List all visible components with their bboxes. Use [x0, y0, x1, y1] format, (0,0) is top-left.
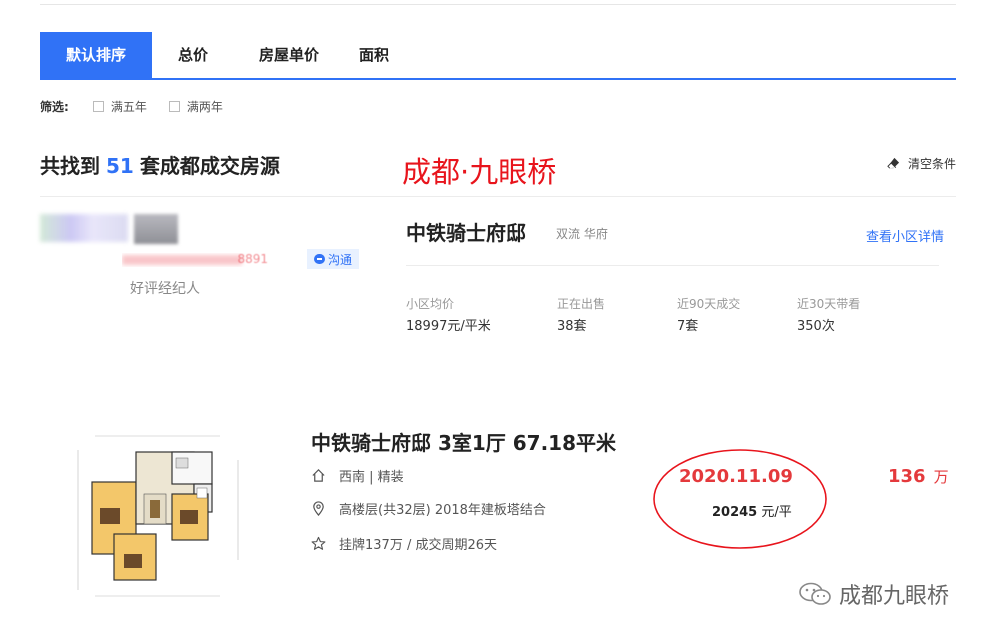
filter-option-label: 满两年 — [186, 99, 223, 114]
filter-option-label: 满五年 — [110, 99, 147, 114]
clear-filters-button[interactable]: 清空条件 — [887, 155, 956, 172]
stat-label: 小区均价 — [406, 297, 455, 311]
listing-deal-info: 挂牌137万 / 成交周期26天 — [311, 534, 497, 553]
stat-label: 近90天成交 — [677, 297, 741, 311]
listing-position-info: 高楼层(共32层) 2018年建板塔结合 — [311, 499, 546, 518]
floorplan-image[interactable] — [70, 430, 240, 600]
stat-label: 正在出售 — [557, 297, 606, 311]
summary-suffix: 套成都成交房源 — [139, 154, 280, 178]
community-detail-link[interactable]: 查看小区详情 — [866, 226, 944, 245]
checkbox-icon[interactable] — [92, 100, 104, 112]
stat-value: 350次 — [797, 319, 835, 334]
filter-bar: 筛选: 满五年 满两年 — [40, 97, 245, 115]
total-price: 136 万 — [888, 466, 949, 487]
stat-value: 7套 — [677, 319, 699, 334]
wechat-watermark: 成都九眼桥 — [797, 578, 949, 610]
clear-filters-label: 清空条件 — [907, 157, 956, 171]
phone-tail: 8891 — [237, 253, 268, 266]
result-summary: 共找到 51 套成都成交房源 — [40, 150, 280, 179]
location-pin-icon — [313, 501, 324, 516]
wechat-icon — [799, 582, 831, 605]
house-icon — [312, 469, 325, 482]
house-info-text: 西南 | 精装 — [339, 470, 404, 485]
stat-on-sale: 正在出售 38套 — [557, 295, 605, 334]
community-area: 双流 华府 — [556, 227, 608, 241]
tab-unit-price[interactable]: 房屋单价 — [234, 32, 344, 78]
tab-default-sort[interactable]: 默认排序 — [40, 32, 152, 78]
stat-label: 近30天带看 — [797, 297, 861, 311]
watermark-text: 成都九眼桥 — [839, 584, 950, 609]
community-name[interactable]: 中铁骑士府邸 — [406, 217, 526, 246]
eraser-icon — [887, 157, 900, 169]
chat-button[interactable]: 沟通 — [307, 249, 359, 269]
total-price-unit: 万 — [933, 468, 949, 486]
overlay-title: 成都·九眼桥 — [402, 155, 557, 189]
position-info-text: 高楼层(共32层) 2018年建板塔结合 — [339, 503, 546, 518]
listing-house-info: 西南 | 精装 — [311, 466, 404, 485]
stat-value: 38套 — [557, 319, 587, 334]
agent-name-blurred — [40, 214, 128, 242]
star-icon — [311, 536, 326, 550]
checkbox-icon[interactable] — [168, 100, 180, 112]
sort-tabs: 默认排序 总价 房屋单价 面积 — [40, 32, 956, 80]
filter-label: 筛选: — [40, 99, 69, 114]
tab-area[interactable]: 面积 — [344, 32, 404, 78]
stat-value: 18997元/平米 — [406, 319, 491, 334]
phone-blur — [122, 255, 242, 265]
listing-title[interactable]: 中铁骑士府邸 3室1厅 67.18平米 — [311, 427, 616, 456]
tab-total-price[interactable]: 总价 — [152, 32, 234, 78]
top-divider — [40, 4, 956, 5]
stat-90day-deals: 近90天成交 7套 — [677, 295, 740, 334]
summary-prefix: 共找到 — [40, 154, 100, 178]
agent-avatar-blurred — [134, 214, 178, 244]
filter-five-years-checkbox[interactable]: 满五年 — [92, 98, 147, 115]
stat-avg-price: 小区均价 18997元/平米 — [406, 295, 491, 334]
result-count: 51 — [106, 154, 134, 178]
section-divider — [40, 196, 956, 197]
chat-bubble-icon — [313, 254, 325, 264]
filter-two-years-checkbox[interactable]: 满两年 — [168, 98, 223, 115]
agent-rating-label: 好评经纪人 — [130, 281, 200, 297]
community-divider — [406, 265, 939, 266]
annotation-circle — [653, 449, 827, 549]
total-price-value: 136 — [888, 466, 926, 487]
stat-30day-viewings: 近30天带看 350次 — [797, 295, 860, 334]
chat-label: 沟通 — [327, 252, 352, 267]
deal-info-text: 挂牌137万 / 成交周期26天 — [339, 538, 497, 553]
agent-phone: 8891 — [122, 253, 272, 267]
